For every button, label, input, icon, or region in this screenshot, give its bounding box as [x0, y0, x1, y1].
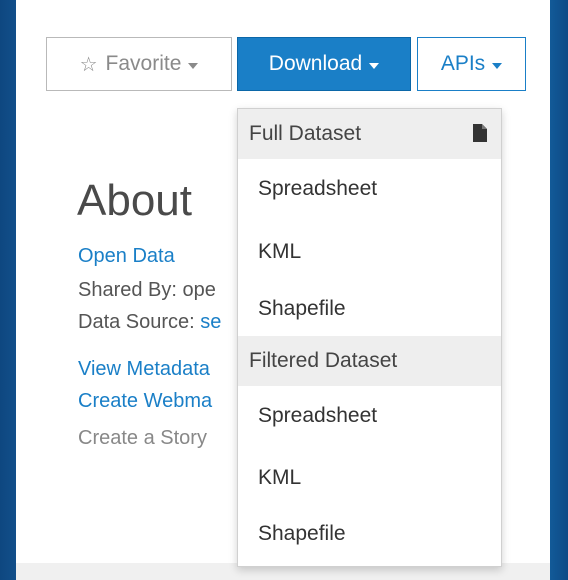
create-story-link[interactable]: Create a Story	[78, 427, 207, 450]
background-right	[550, 0, 568, 580]
background-left	[0, 0, 16, 580]
data-source-link[interactable]: se	[200, 311, 221, 333]
chevron-down-icon	[492, 62, 503, 69]
filtered-dataset-label: Filtered Dataset	[249, 349, 398, 372]
star-icon: ☆	[79, 53, 98, 76]
apis-label: APIs	[440, 52, 486, 75]
favorite-button[interactable]: ☆ Favorite	[46, 37, 232, 91]
filtered-spreadsheet-item[interactable]: Spreadsheet	[238, 387, 501, 445]
shared-by-text: Shared By: ope	[78, 279, 216, 301]
full-shapefile-item[interactable]: Shapefile	[238, 280, 501, 338]
data-source-label: Data Source:	[78, 311, 201, 333]
full-spreadsheet-item[interactable]: Spreadsheet	[238, 160, 501, 218]
filtered-shapefile-item[interactable]: Shapefile	[238, 505, 501, 563]
download-button[interactable]: Download	[237, 37, 411, 91]
download-label: Download	[268, 52, 363, 75]
chevron-down-icon	[369, 62, 380, 69]
about-title: About	[77, 176, 192, 225]
create-webmap-link[interactable]: Create Webma	[78, 390, 212, 413]
download-dropdown-menu: Full Dataset Spreadsheet KML Shapefile F…	[237, 108, 502, 567]
apis-button[interactable]: APIs	[417, 37, 526, 91]
favorite-label: Favorite	[105, 52, 182, 75]
full-kml-item[interactable]: KML	[238, 223, 501, 281]
file-icon	[473, 124, 487, 142]
full-dataset-header: Full Dataset	[238, 109, 501, 159]
chevron-down-icon	[188, 62, 199, 69]
filtered-kml-item[interactable]: KML	[238, 449, 501, 507]
filtered-dataset-header: Filtered Dataset	[238, 336, 501, 386]
open-data-link[interactable]: Open Data	[78, 245, 175, 268]
view-metadata-link[interactable]: View Metadata	[78, 358, 210, 381]
full-dataset-label: Full Dataset	[249, 122, 362, 145]
data-source-row: Data Source: se	[78, 311, 221, 334]
